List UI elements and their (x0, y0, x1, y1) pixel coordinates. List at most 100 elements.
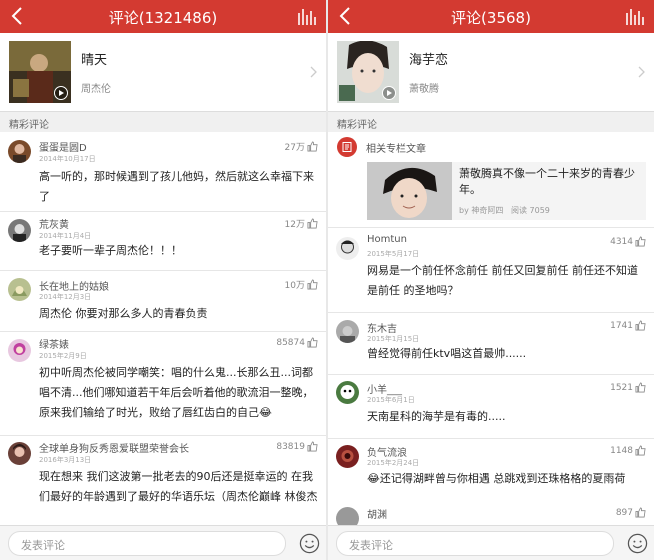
username[interactable]: 东木吉 (367, 320, 397, 335)
comment-text: 高一听的，那时候遇到了孩儿他妈，然后就这么幸福下来了 (39, 170, 314, 203)
song-card[interactable]: 海芋恋 萧敬腾 (328, 33, 654, 112)
artist-name: 萧敬腾 (409, 84, 439, 95)
avatar[interactable] (8, 278, 31, 301)
right-screen: 评论(3568) 海芋恋 萧敬腾 精彩评论 相关专栏文章 萧敬腾真不像一个二十来… (328, 0, 654, 560)
play-icon[interactable] (382, 86, 396, 100)
comment-list: Homtun 2015年5月17日 4314 网易是一个前任怀念前任 前任又回复… (328, 228, 654, 531)
thumbs-up-icon (307, 441, 318, 452)
article-title: 萧敬腾真不像一个二十来岁的青春少年。 (459, 167, 635, 196)
username[interactable]: 全球单身狗反秀恩爱联盟荣誉会长 (39, 440, 189, 455)
artist-name: 周杰伦 (81, 84, 111, 95)
like-count: 27万 (284, 143, 305, 153)
comment-list: 蛋蛋是圆D 2014年10月17日 27万 高一听的，那时候遇到了孩儿他妈，然后… (0, 132, 326, 536)
comment-date: 2014年12月3日 (39, 293, 92, 301)
comment-input[interactable]: 发表评论 (336, 531, 614, 556)
page-title: 评论(3568) (451, 9, 531, 27)
like-count: 1521 (610, 382, 633, 393)
like-button[interactable]: 12万 (285, 217, 318, 230)
like-button[interactable]: 1148 (610, 445, 646, 456)
username[interactable]: 荒灰黄 (39, 216, 69, 231)
comment-text: 周杰伦 你要对那么多人的青春负责 (39, 307, 208, 320)
comment-item: 蛋蛋是圆D 2014年10月17日 27万 高一听的，那时候遇到了孩儿他妈，然后… (0, 132, 326, 212)
avatar[interactable] (8, 442, 31, 465)
emoji-icon[interactable] (299, 533, 320, 554)
comment-item: 长在地上的姑娘 2014年12月3日 10万 周杰伦 你要对那么多人的青春负责 (0, 271, 326, 332)
like-button[interactable]: 4314 (610, 236, 646, 247)
like-button[interactable]: 1741 (610, 320, 646, 331)
like-button[interactable]: 83819 (276, 441, 318, 452)
like-count: 4314 (610, 236, 633, 247)
username[interactable]: 小羊___ (367, 381, 402, 396)
equalizer-icon[interactable] (624, 7, 644, 25)
song-name: 海芋恋 (409, 53, 449, 68)
related-article-label: 相关专栏文章 (366, 144, 426, 155)
comment-text: 😂还记得湖畔曾与你相遇 总跳戏到还珠格格的夏雨荷 (367, 472, 626, 485)
like-count: 1741 (610, 320, 633, 331)
left-screen: 评论(1321486) 晴天 周杰伦 精彩评论 蛋蛋是圆D 2014年10月17… (0, 0, 326, 560)
like-button[interactable]: 10万 (285, 278, 318, 291)
comment-text: 天南星科的海芋是有毒的..... (367, 410, 506, 423)
like-count: 897 (615, 507, 633, 518)
top-bar: 评论(1321486) (0, 0, 326, 33)
article-card[interactable]: 萧敬腾真不像一个二十来岁的青春少年。 by 神奇阿四 阅读 7059 (367, 162, 646, 220)
like-count: 1148 (610, 445, 633, 456)
comment-text: 初中听周杰伦被同学嘲笑：唱的什么鬼...长那么丑...词都唱不清...他们哪知道… (39, 366, 314, 419)
article-author: by 神奇阿四 (459, 206, 504, 215)
chevron-right-icon (310, 66, 317, 78)
album-cover (9, 41, 71, 103)
avatar[interactable] (336, 381, 359, 404)
related-article[interactable]: 相关专栏文章 萧敬腾真不像一个二十来岁的青春少年。 by 神奇阿四 阅读 705… (328, 132, 654, 228)
play-icon[interactable] (54, 86, 68, 100)
comment-date: 2016年3月13日 (39, 456, 92, 464)
article-reads: 阅读 7059 (511, 206, 550, 215)
username[interactable]: 绿茶婊 (39, 336, 69, 351)
username[interactable]: 蛋蛋是圆D (39, 139, 87, 154)
comment-date: 2014年11月4日 (39, 232, 92, 240)
thumbs-up-icon (635, 236, 646, 247)
avatar[interactable] (336, 445, 359, 468)
avatar[interactable] (336, 320, 359, 343)
avatar[interactable] (336, 237, 359, 260)
comment-date: 2015年6月1日 (367, 396, 415, 404)
like-count: 85874 (276, 337, 305, 348)
thumbs-up-icon (635, 382, 646, 393)
username[interactable]: Homtun (367, 234, 407, 245)
thumbs-up-icon (635, 445, 646, 456)
comment-text: 老子要听一辈子周杰伦！！！ (39, 244, 182, 257)
username[interactable]: 长在地上的姑娘 (39, 278, 109, 293)
comment-date: 2015年2月9日 (39, 352, 87, 360)
comment-input[interactable]: 发表评论 (8, 531, 286, 556)
comment-input-bar: 发表评论 (0, 525, 326, 560)
comment-text: 曾经觉得前任ktv唱这首最帅...... (367, 347, 527, 360)
chevron-right-icon (638, 66, 645, 78)
username[interactable]: 负气流浪 (367, 444, 407, 459)
song-name: 晴天 (81, 53, 108, 68)
article-icon (337, 137, 357, 157)
thumbs-up-icon (307, 218, 318, 229)
like-button[interactable]: 897 (616, 507, 646, 518)
emoji-icon[interactable] (627, 533, 648, 554)
comment-item: 全球单身狗反秀恩爱联盟荣誉会长 2016年3月13日 83819 现在想来 我们… (0, 436, 326, 536)
thumbs-up-icon (307, 141, 318, 152)
comment-item: 小羊___ 2015年6月1日 1521 天南星科的海芋是有毒的..... (328, 375, 654, 439)
equalizer-icon[interactable] (296, 7, 316, 25)
article-thumbnail (367, 162, 452, 220)
song-card[interactable]: 晴天 周杰伦 (0, 33, 326, 112)
comment-text: 现在想来 我们这波第一批老去的90后还是挺幸运的 在我们最好的年龄遇到了最好的华… (39, 470, 318, 503)
thumbs-up-icon (635, 507, 646, 518)
like-button[interactable]: 1521 (610, 382, 646, 393)
like-button[interactable]: 27万 (285, 140, 318, 153)
like-count: 12万 (284, 220, 305, 230)
avatar[interactable] (8, 140, 31, 163)
comment-text: 网易是一个前任怀念前任 前任又回复前任 前任还不知道是前任 的圣地吗？ (367, 264, 638, 297)
thumbs-up-icon (307, 337, 318, 348)
avatar[interactable] (8, 339, 31, 362)
like-button[interactable]: 85874 (276, 337, 318, 348)
like-count: 10万 (284, 281, 305, 291)
comment-date: 2015年2月24日 (367, 459, 420, 467)
avatar[interactable] (8, 219, 31, 242)
thumbs-up-icon (307, 279, 318, 290)
username[interactable]: 胡渊 (367, 506, 387, 521)
article-meta: by 神奇阿四 阅读 7059 (459, 205, 550, 216)
comment-input-bar: 发表评论 (328, 525, 654, 560)
